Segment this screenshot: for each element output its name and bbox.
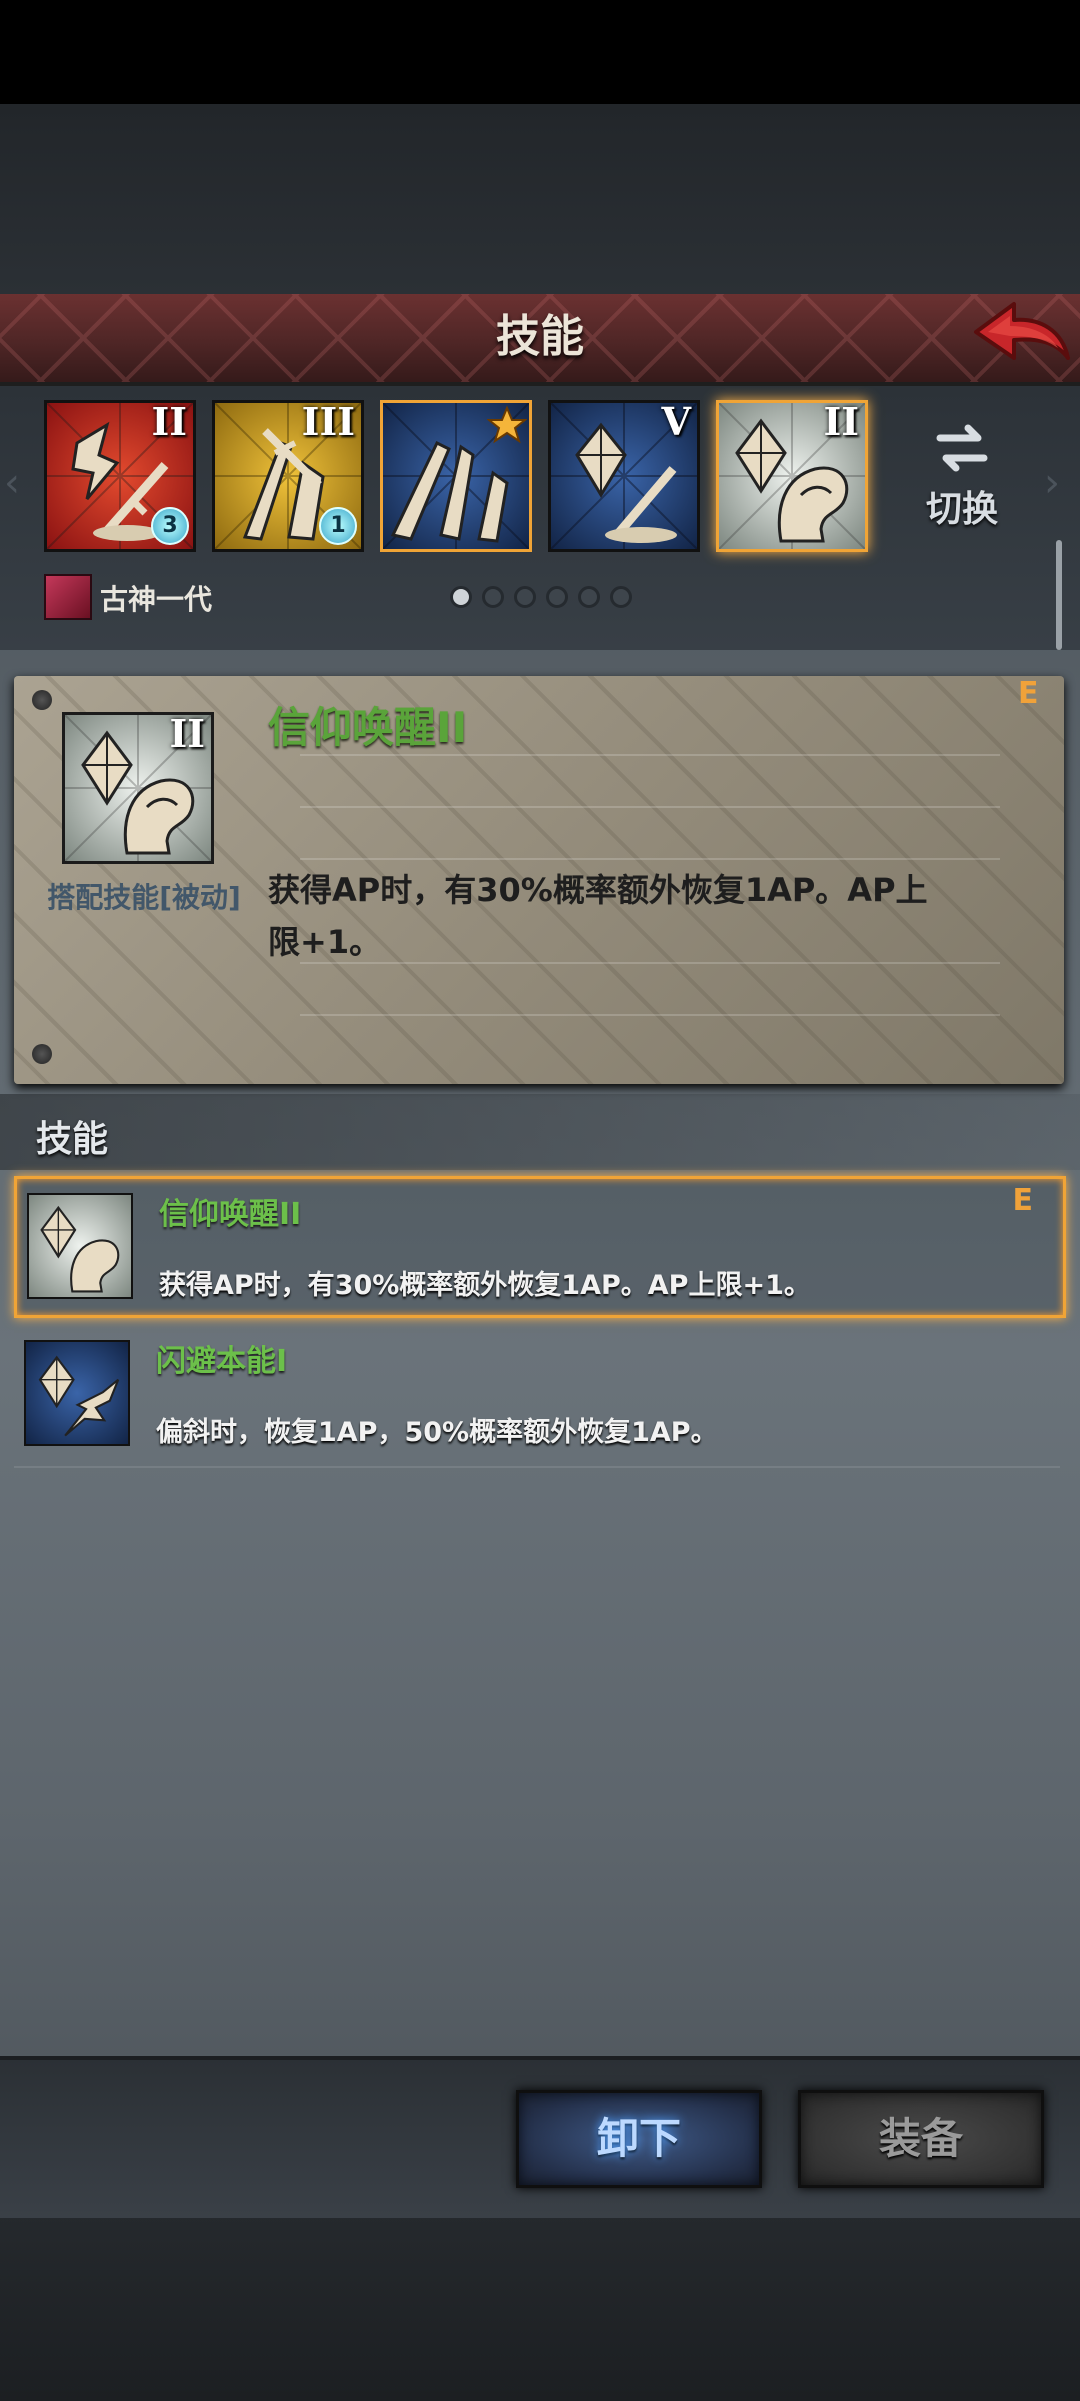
scroll-right-icon[interactable]: ›	[1044, 460, 1060, 506]
skill-level-label: II	[169, 712, 205, 756]
star-icon	[487, 405, 527, 444]
unequip-button[interactable]: 卸下	[516, 2090, 762, 2188]
dodge-instinct-icon	[38, 1355, 120, 1437]
page-title: 技能	[496, 311, 584, 362]
page-dot[interactable]	[514, 586, 536, 608]
character-tag: 古神一代	[44, 572, 304, 624]
divider	[300, 806, 1000, 808]
list-title: 技能	[36, 1119, 109, 1160]
skill-slot-5[interactable]: II	[716, 400, 868, 552]
skill-slot-3[interactable]	[380, 400, 532, 552]
status-bar-area	[0, 0, 1080, 104]
skill-slot-4[interactable]: V	[548, 400, 700, 552]
page-dot[interactable]	[450, 586, 472, 608]
switch-arrows-icon	[936, 424, 988, 472]
list-header-bar	[0, 1094, 1080, 1170]
skill-name: 信仰唤醒II	[268, 703, 468, 752]
list-skill-name: 闪避本能I	[156, 1344, 288, 1379]
list-skill-icon	[24, 1340, 130, 1446]
skill-slot-2[interactable]: III 1	[212, 400, 364, 552]
list-skill-grade: E	[1012, 1183, 1034, 1218]
skill-slot-1[interactable]: II 3	[44, 400, 196, 552]
page-dot[interactable]	[546, 586, 568, 608]
skill-list-item[interactable]: 闪避本能I 偏斜时，恢复1AP，50%概率额外恢复1AP。	[14, 1326, 1060, 1468]
list-skill-name: 信仰唤醒II	[159, 1197, 302, 1232]
page-dot[interactable]	[578, 586, 600, 608]
character-avatar	[44, 574, 92, 620]
character-name: 古神一代	[100, 583, 213, 616]
divider	[300, 754, 1000, 756]
scrollbar[interactable]	[1056, 540, 1062, 650]
switch-label: 切换	[925, 489, 998, 530]
skill-type-tag: 搭配技能[被动]	[47, 881, 241, 914]
divider	[300, 1014, 1000, 1016]
detail-skill-icon: II	[62, 712, 214, 864]
skill-description: 获得AP时，有30%概率额外恢复1AP。AP上限+1。	[268, 871, 928, 961]
back-arrow-icon[interactable]	[970, 296, 1074, 376]
list-skill-description: 获得AP时，有30%概率额外恢复1AP。AP上限+1。	[159, 1270, 811, 1301]
equip-button[interactable]: 装备	[798, 2090, 1044, 2188]
page-indicator[interactable]	[450, 586, 632, 612]
divider	[300, 858, 1000, 860]
gem-count-badge: 1	[319, 507, 357, 545]
page-dot[interactable]	[482, 586, 504, 608]
scroll-left-icon[interactable]: ‹	[4, 460, 20, 506]
skill-level-label: II	[823, 400, 859, 444]
skill-list-item[interactable]: 信仰唤醒II 获得AP时，有30%概率额外恢复1AP。AP上限+1。 E	[14, 1176, 1066, 1318]
list-skill-description: 偏斜时，恢复1AP，50%概率额外恢复1AP。	[156, 1417, 718, 1448]
switch-button[interactable]: 切换	[908, 420, 1016, 550]
list-skill-icon	[27, 1193, 133, 1299]
dimmed-background-top	[0, 104, 1080, 294]
skill-grade: E	[1018, 676, 1039, 711]
faith-awakening-icon	[40, 1205, 120, 1293]
skill-level-label: III	[301, 400, 355, 444]
skill-level-label: V	[661, 400, 691, 444]
dimmed-background-bottom	[0, 2214, 1080, 2401]
gem-count-badge: 3	[151, 507, 189, 545]
skill-level-label: II	[151, 400, 187, 444]
page-dot[interactable]	[610, 586, 632, 608]
